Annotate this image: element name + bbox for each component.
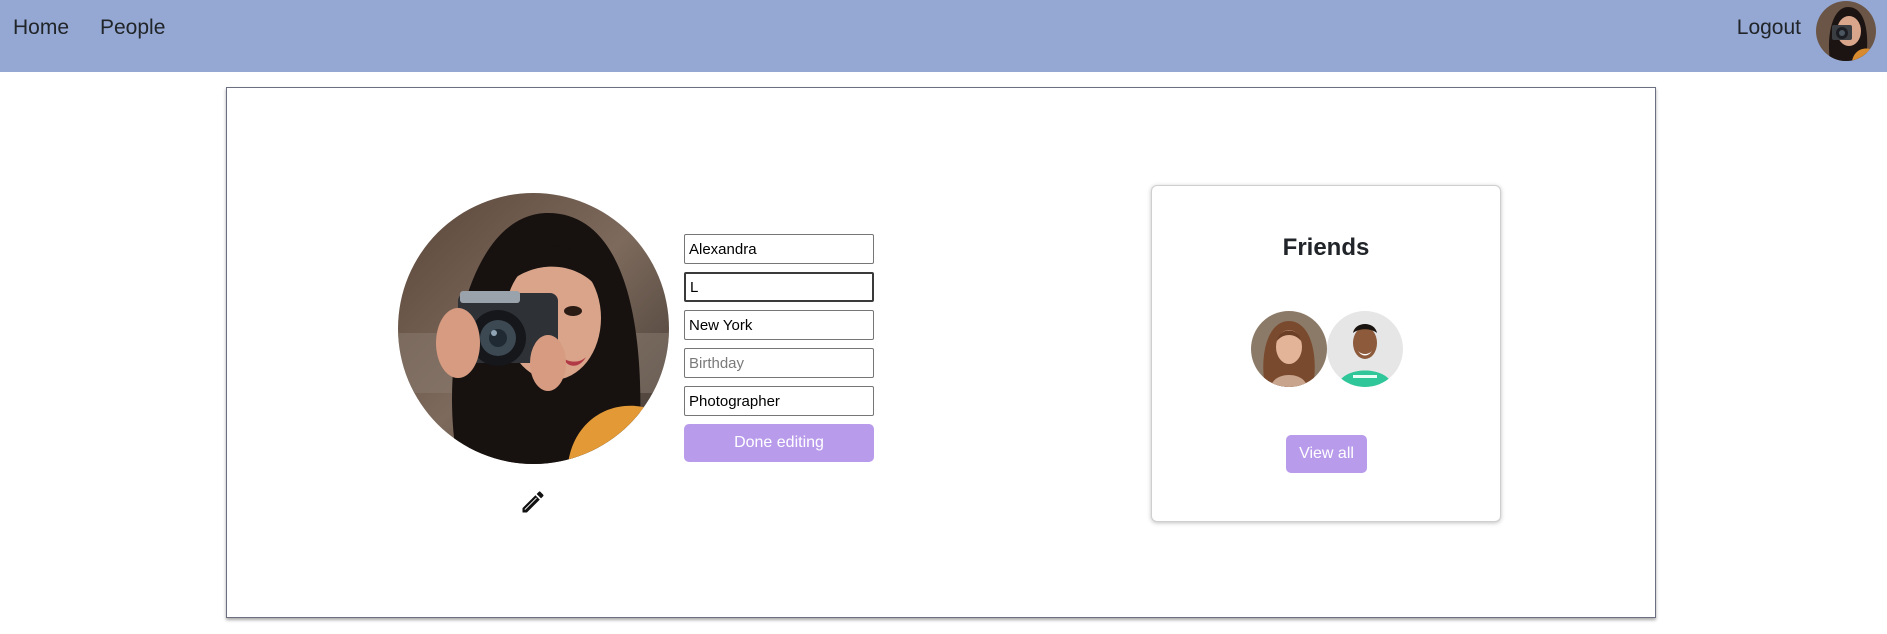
location-input[interactable] — [684, 310, 874, 340]
edit-photo-pencil-icon[interactable] — [519, 488, 547, 516]
friend-avatar[interactable] — [1251, 311, 1327, 387]
last-name-input[interactable] — [684, 272, 874, 302]
first-name-input[interactable] — [684, 234, 874, 264]
birthday-input[interactable] — [684, 348, 874, 378]
done-editing-button[interactable]: Done editing — [684, 424, 874, 462]
user-avatar[interactable] — [1816, 1, 1876, 61]
nav-home-link[interactable]: Home — [13, 16, 69, 40]
nav-logout-link[interactable]: Logout — [1737, 16, 1801, 40]
profile-edit-form: Done editing — [684, 234, 874, 462]
friends-panel: Friends View all — [1151, 185, 1501, 522]
top-navbar: Home People Logout — [0, 0, 1887, 72]
view-all-friends-button[interactable]: View all — [1286, 435, 1367, 473]
friend-avatar[interactable] — [1327, 311, 1403, 387]
friends-title: Friends — [1282, 234, 1370, 261]
occupation-input[interactable] — [684, 386, 874, 416]
profile-photo — [398, 193, 669, 464]
profile-card: Done editing Friends View all — [226, 87, 1656, 618]
nav-people-link[interactable]: People — [100, 16, 165, 40]
